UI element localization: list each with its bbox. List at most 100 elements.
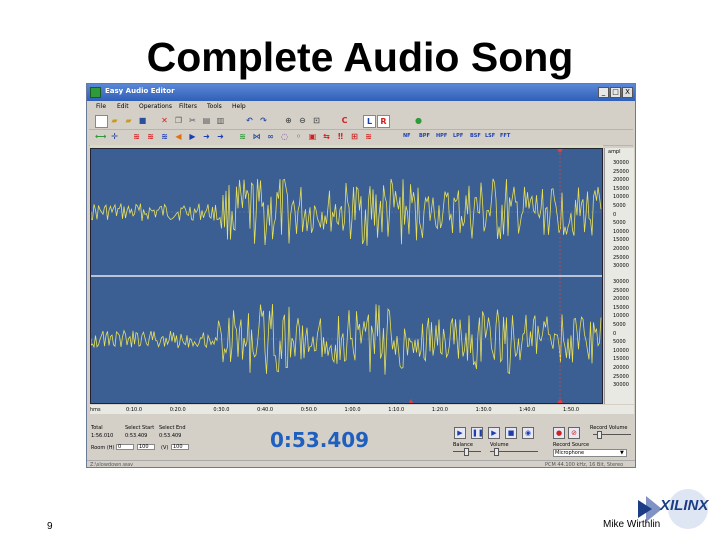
- forward-icon[interactable]: ➜: [201, 131, 212, 142]
- toolbar-main: ▰ ▰ ■ ✕ ❐ ✂ ▤ ▥ ↶ ↷ ⊕ ⊖ ⊡ C L R ●: [89, 113, 633, 130]
- clear-icon[interactable]: C: [339, 115, 350, 126]
- total-label: Total: [91, 425, 103, 431]
- filter-bsf-button[interactable]: BSF: [470, 133, 481, 139]
- maximize-button[interactable]: □: [610, 87, 621, 98]
- record-volume-slider-thumb[interactable]: [597, 431, 602, 439]
- total-value: 1:56.010: [91, 433, 114, 439]
- select-all-icon[interactable]: ⟷: [95, 131, 106, 142]
- record-button[interactable]: ●: [553, 427, 565, 439]
- redo-icon[interactable]: ↷: [258, 115, 269, 126]
- amplitude-tick-label: 10000: [613, 313, 629, 320]
- time-tick-label: 0:40.0: [257, 407, 274, 413]
- save-icon[interactable]: ■: [137, 115, 148, 126]
- zoom-h2-input[interactable]: 100: [137, 444, 155, 450]
- amplitude-tick-label: 5000: [613, 220, 626, 227]
- zoom-out-icon[interactable]: ⊖: [297, 115, 308, 126]
- amplitude-tick-label: 5000: [613, 322, 626, 328]
- move-right-icon[interactable]: ➜: [215, 131, 226, 142]
- amplitude-tick-label: 30000: [613, 160, 629, 166]
- select-end-value: 0:53.409: [159, 433, 182, 439]
- stop-button[interactable]: ■: [505, 427, 517, 439]
- silence-icon[interactable]: ⊞: [349, 131, 360, 142]
- open-recent-icon[interactable]: ▰: [123, 115, 134, 126]
- reverse-icon[interactable]: ▣: [307, 131, 318, 142]
- menu-operations[interactable]: Operations: [139, 103, 172, 110]
- menu-filters[interactable]: Filters: [179, 103, 197, 110]
- copy-icon[interactable]: ❐: [173, 115, 184, 126]
- channel2-waveform: [91, 303, 602, 375]
- generate-icon[interactable]: ≋: [363, 131, 374, 142]
- zoom-select-icon[interactable]: ⊡: [311, 115, 322, 126]
- record-volume-label: Record Volume: [590, 425, 628, 431]
- menu-file[interactable]: File: [96, 103, 106, 110]
- close-button[interactable]: X: [622, 87, 633, 98]
- cursor-marker-top: [557, 149, 563, 153]
- noise-icon[interactable]: ‼: [335, 131, 346, 142]
- filter-bpf-button[interactable]: BPF: [419, 133, 430, 139]
- status-format: PCM 44.100 kHz, 16 Bit, Stereo: [545, 462, 624, 468]
- new-file-icon[interactable]: [95, 115, 108, 128]
- record-stop-button[interactable]: ⊘: [568, 427, 580, 439]
- app-icon: [90, 87, 101, 98]
- echo-icon[interactable]: ∞: [265, 131, 276, 142]
- amplitude-tick-label: 20000: [613, 296, 629, 303]
- paste-icon[interactable]: ▤: [201, 115, 212, 126]
- title-bar: Easy Audio Editor _ □ X: [87, 84, 635, 101]
- menu-edit[interactable]: Edit: [117, 103, 129, 110]
- time-tick-label: 1:20.0: [431, 407, 448, 413]
- time-tick-label: 0:50.0: [300, 407, 317, 413]
- right-channel-button[interactable]: R: [377, 115, 390, 128]
- play-selection-button[interactable]: ◉: [522, 427, 534, 439]
- filter-nf-button[interactable]: NF: [403, 133, 411, 139]
- cut-icon[interactable]: ✂: [187, 115, 198, 126]
- selection-marker: [409, 399, 413, 403]
- vibrato-icon[interactable]: ◦: [293, 131, 304, 142]
- current-time-display: 0:53.409: [270, 428, 370, 452]
- insert-icon[interactable]: ✛: [109, 131, 120, 142]
- open-folder-icon[interactable]: ▰: [109, 115, 120, 126]
- compressor-icon[interactable]: ≋: [145, 131, 156, 142]
- amplify-icon[interactable]: ≋: [131, 131, 142, 142]
- delete-icon[interactable]: ✕: [159, 115, 170, 126]
- filter-lsf-button[interactable]: LSF: [485, 133, 495, 139]
- select-start-value: 0:53.409: [125, 433, 148, 439]
- fft-button[interactable]: FFT: [500, 133, 510, 139]
- fade-out-icon[interactable]: ▶: [187, 131, 198, 142]
- filter-lpf-button[interactable]: LPF: [453, 133, 463, 139]
- reverb-icon[interactable]: ◌: [279, 131, 290, 142]
- normalize-icon[interactable]: ≋: [237, 131, 248, 142]
- swap-channels-icon[interactable]: ⇆: [321, 131, 332, 142]
- play-effect-icon[interactable]: ●: [413, 115, 424, 126]
- play-button[interactable]: ▶: [454, 427, 466, 439]
- volume-slider-thumb[interactable]: [494, 448, 499, 456]
- amplitude-tick-label: 30000: [613, 279, 629, 285]
- zoom-in-icon[interactable]: ⊕: [283, 115, 294, 126]
- balance-label: Balance: [453, 442, 473, 448]
- left-channel-button[interactable]: L: [363, 115, 376, 128]
- status-file: Z:\slowdown.wav: [90, 462, 134, 468]
- minimize-button[interactable]: _: [598, 87, 609, 98]
- menu-help[interactable]: Help: [232, 103, 246, 110]
- amplitude-tick-label: 10000: [613, 228, 629, 235]
- undo-icon[interactable]: ↶: [244, 115, 255, 126]
- pause-button[interactable]: ❚❚: [471, 427, 484, 439]
- menu-tools[interactable]: Tools: [207, 103, 222, 110]
- filter-hpf-button[interactable]: HPF: [436, 133, 447, 139]
- chevron-down-icon[interactable]: ▼: [620, 450, 624, 456]
- waveform-canvas[interactable]: [90, 148, 603, 404]
- zoom-h-input[interactable]: 0: [116, 444, 134, 450]
- record-source-select[interactable]: Microphone: [553, 449, 627, 457]
- loop-button[interactable]: ▶: [488, 427, 500, 439]
- paste-mix-icon[interactable]: ▥: [215, 115, 226, 126]
- amplitude-tick-label: 25000: [613, 287, 629, 294]
- fade-icon[interactable]: ≋: [159, 131, 170, 142]
- fade-in-icon[interactable]: ◀: [173, 131, 184, 142]
- time-tick-label: 0:20.0: [169, 407, 186, 413]
- balance-slider-thumb[interactable]: [464, 448, 469, 456]
- amplitude-tick-label: 0: [613, 211, 617, 218]
- record-source-label: Record Source: [553, 442, 590, 448]
- invert-icon[interactable]: ⋈: [251, 131, 262, 142]
- time-tick-label: 0:10.0: [126, 407, 142, 413]
- zoom-v-input[interactable]: 100: [171, 444, 189, 450]
- amplitude-axis-header: ampl: [608, 149, 621, 155]
